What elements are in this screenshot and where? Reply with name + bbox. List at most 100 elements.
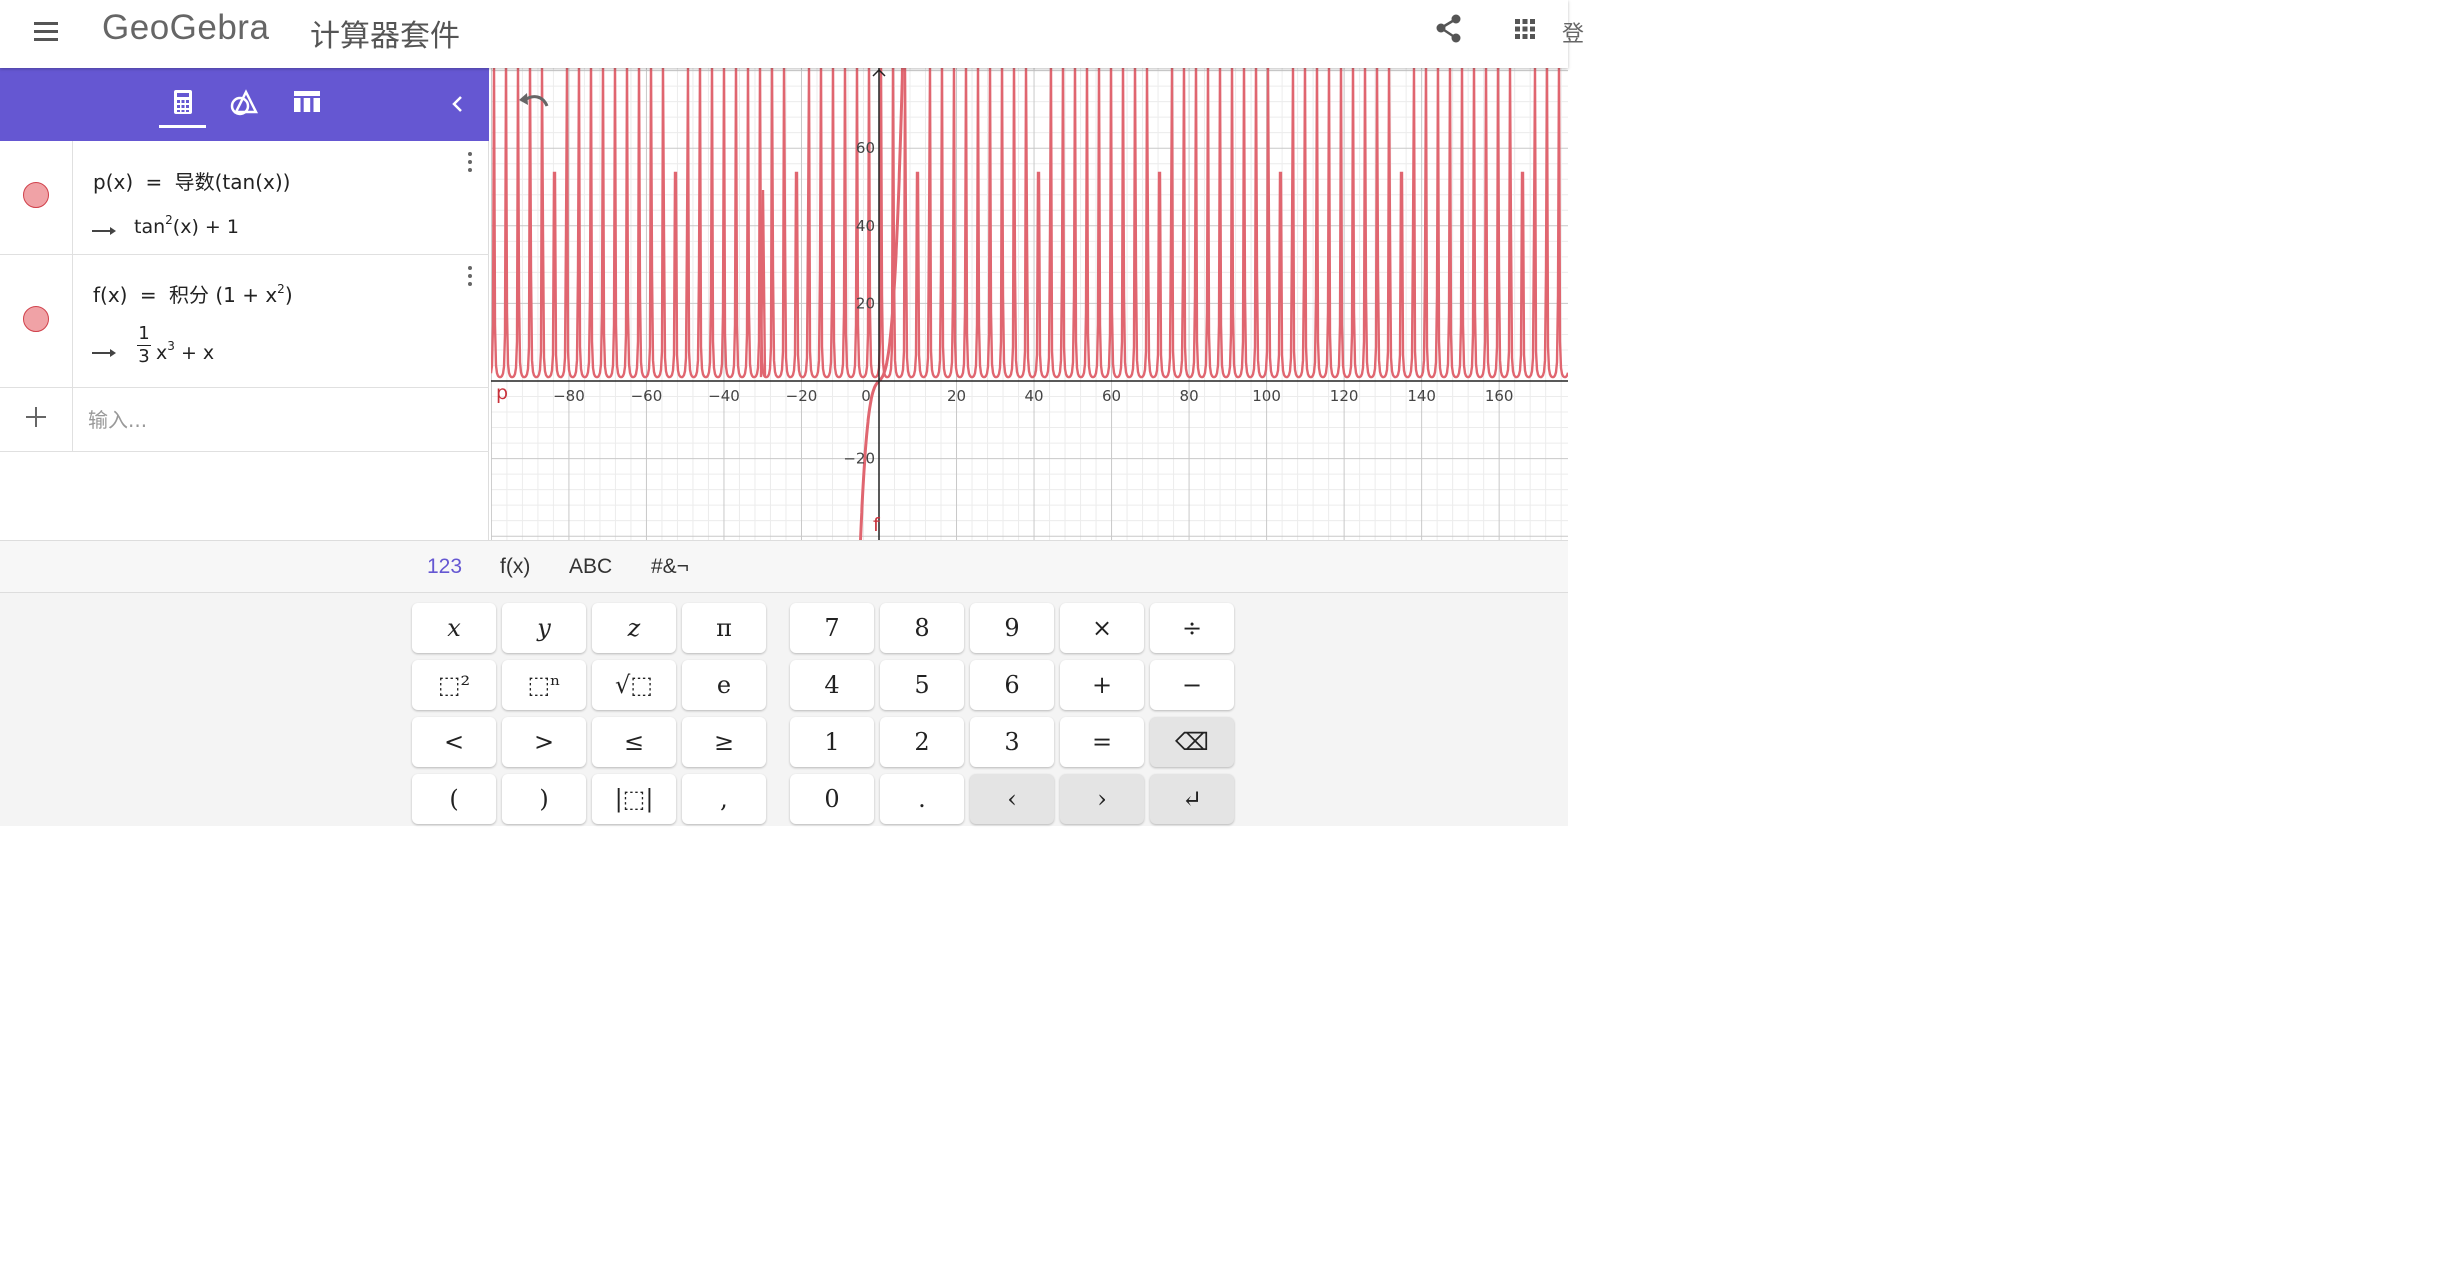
key-power[interactable]: ⬚ⁿ: [502, 660, 586, 710]
key-label: √⬚: [615, 671, 653, 699]
key-plus[interactable]: +: [1060, 660, 1144, 710]
output-tail: + x: [180, 342, 215, 364]
y-tick-label: 60: [856, 139, 875, 157]
key-divide[interactable]: ÷: [1150, 603, 1234, 653]
key-close-paren[interactable]: ): [502, 774, 586, 824]
key-comma[interactable]: ,: [682, 774, 766, 824]
key-point[interactable]: .: [880, 774, 964, 824]
right-arrow-key[interactable]: ›: [1060, 774, 1144, 824]
key-2[interactable]: 2: [880, 717, 964, 767]
key-leq[interactable]: ≤: [592, 717, 676, 767]
key-label: >: [533, 728, 555, 756]
key-label: =: [1091, 728, 1113, 756]
enter-key[interactable]: ↵: [1150, 774, 1234, 824]
input-formula[interactable]: p(x) = 导数(tan(x)): [93, 166, 290, 195]
key-minus[interactable]: −: [1150, 660, 1234, 710]
key-1[interactable]: 1: [790, 717, 874, 767]
share-icon[interactable]: [1432, 12, 1466, 46]
key-multiply[interactable]: ×: [1060, 603, 1144, 653]
more-options-icon[interactable]: [460, 149, 480, 175]
key-y[interactable]: y: [502, 603, 586, 653]
key-label: 3: [1004, 728, 1020, 756]
key-label: 7: [824, 614, 840, 642]
key-9[interactable]: 9: [970, 603, 1054, 653]
key-8[interactable]: 8: [880, 603, 964, 653]
sign-in-button[interactable]: 登: [1562, 16, 1584, 48]
function-name: f(x): [93, 283, 128, 307]
key-abs[interactable]: |⬚|: [592, 774, 676, 824]
key-label: ↵: [1181, 785, 1203, 813]
x-tick-label: 0: [861, 387, 871, 405]
tab-abc[interactable]: ABC: [569, 555, 612, 579]
key-z[interactable]: z: [592, 603, 676, 653]
key-less[interactable]: <: [412, 717, 496, 767]
key-squared[interactable]: ⬚²: [412, 660, 496, 710]
output-arrow-icon: [92, 349, 116, 357]
key-5[interactable]: 5: [880, 660, 964, 710]
output-variable: x: [156, 342, 168, 364]
x-tick-label: 60: [1102, 387, 1121, 405]
label-p: p: [496, 382, 508, 404]
tab-123[interactable]: 123: [427, 555, 462, 579]
key-label: 1: [824, 728, 840, 756]
key-label: 0: [824, 785, 840, 813]
key-label: x: [447, 614, 461, 642]
key-label: ›: [1097, 785, 1107, 813]
visibility-toggle[interactable]: [23, 182, 49, 208]
undo-icon[interactable]: [515, 88, 551, 120]
algebra-row-p[interactable]: p(x) = 导数(tan(x)) tan2(x) + 1: [0, 141, 489, 255]
key-label: |⬚|: [614, 785, 654, 813]
key-x[interactable]: x: [412, 603, 496, 653]
key-equals[interactable]: =: [1060, 717, 1144, 767]
active-tab-indicator: [159, 125, 206, 128]
output-value: tan2(x) + 1: [134, 213, 239, 238]
key-7[interactable]: 7: [790, 603, 874, 653]
key-sqrt[interactable]: √⬚: [592, 660, 676, 710]
key-label: e: [716, 671, 732, 699]
key-label: ⬚²: [437, 671, 471, 699]
visibility-toggle[interactable]: [23, 306, 49, 332]
key-open-paren[interactable]: (: [412, 774, 496, 824]
table-icon[interactable]: [284, 84, 330, 124]
key-0[interactable]: 0: [790, 774, 874, 824]
hamburger-menu-icon[interactable]: [28, 14, 64, 50]
key-label: 5: [914, 671, 930, 699]
key-label: ⬚ⁿ: [527, 671, 561, 699]
collapse-chevron-icon[interactable]: [444, 90, 472, 118]
x-tick-label: 80: [1180, 387, 1199, 405]
function-definition: 积分 (1 + x: [168, 283, 278, 307]
graphics-view[interactable]: −80 −60 −40 −20 0 20 40 60 80 100 120 140 160 60 40 20…: [491, 68, 1568, 540]
graph-canvas[interactable]: −80 −60 −40 −20 0 20 40 60 80 100 120 140 160 60 40 20…: [491, 68, 1568, 540]
tab-symbols[interactable]: #&¬: [651, 555, 689, 579]
algebra-input-field[interactable]: 输入...: [88, 404, 468, 434]
x-tick-label: 120: [1330, 387, 1359, 405]
equals-sign: =: [145, 170, 163, 194]
x-tick-label: 20: [947, 387, 966, 405]
key-3[interactable]: 3: [970, 717, 1054, 767]
calculator-icon[interactable]: [160, 84, 206, 124]
row-divider: [72, 388, 73, 451]
key-pi[interactable]: π: [682, 603, 766, 653]
key-greater[interactable]: >: [502, 717, 586, 767]
x-tick-label: 40: [1024, 387, 1043, 405]
key-e[interactable]: e: [682, 660, 766, 710]
key-geq[interactable]: ≥: [682, 717, 766, 767]
geometry-icon[interactable]: [222, 84, 268, 124]
left-arrow-key[interactable]: ‹: [970, 774, 1054, 824]
backspace-key[interactable]: ⌫: [1150, 717, 1234, 767]
key-label: 2: [914, 728, 930, 756]
add-icon[interactable]: [24, 405, 48, 429]
more-options-icon[interactable]: [460, 263, 480, 289]
row-divider: [72, 255, 73, 387]
key-6[interactable]: 6: [970, 660, 1054, 710]
key-label: −: [1181, 671, 1203, 699]
key-label: ≥: [713, 728, 735, 756]
apps-grid-icon[interactable]: [1508, 12, 1542, 46]
key-4[interactable]: 4: [790, 660, 874, 710]
input-formula[interactable]: f(x) = 积分 (1 + x2): [93, 279, 293, 308]
app-title: 计算器套件: [310, 19, 460, 54]
tab-functions[interactable]: f(x): [500, 555, 530, 579]
y-tick-label: −20: [843, 450, 875, 468]
keyboard-tabs: 123 f(x) ABC #&¬: [0, 541, 1568, 593]
algebra-row-f[interactable]: f(x) = 积分 (1 + x2) 1 3 x3 + x: [0, 255, 489, 388]
